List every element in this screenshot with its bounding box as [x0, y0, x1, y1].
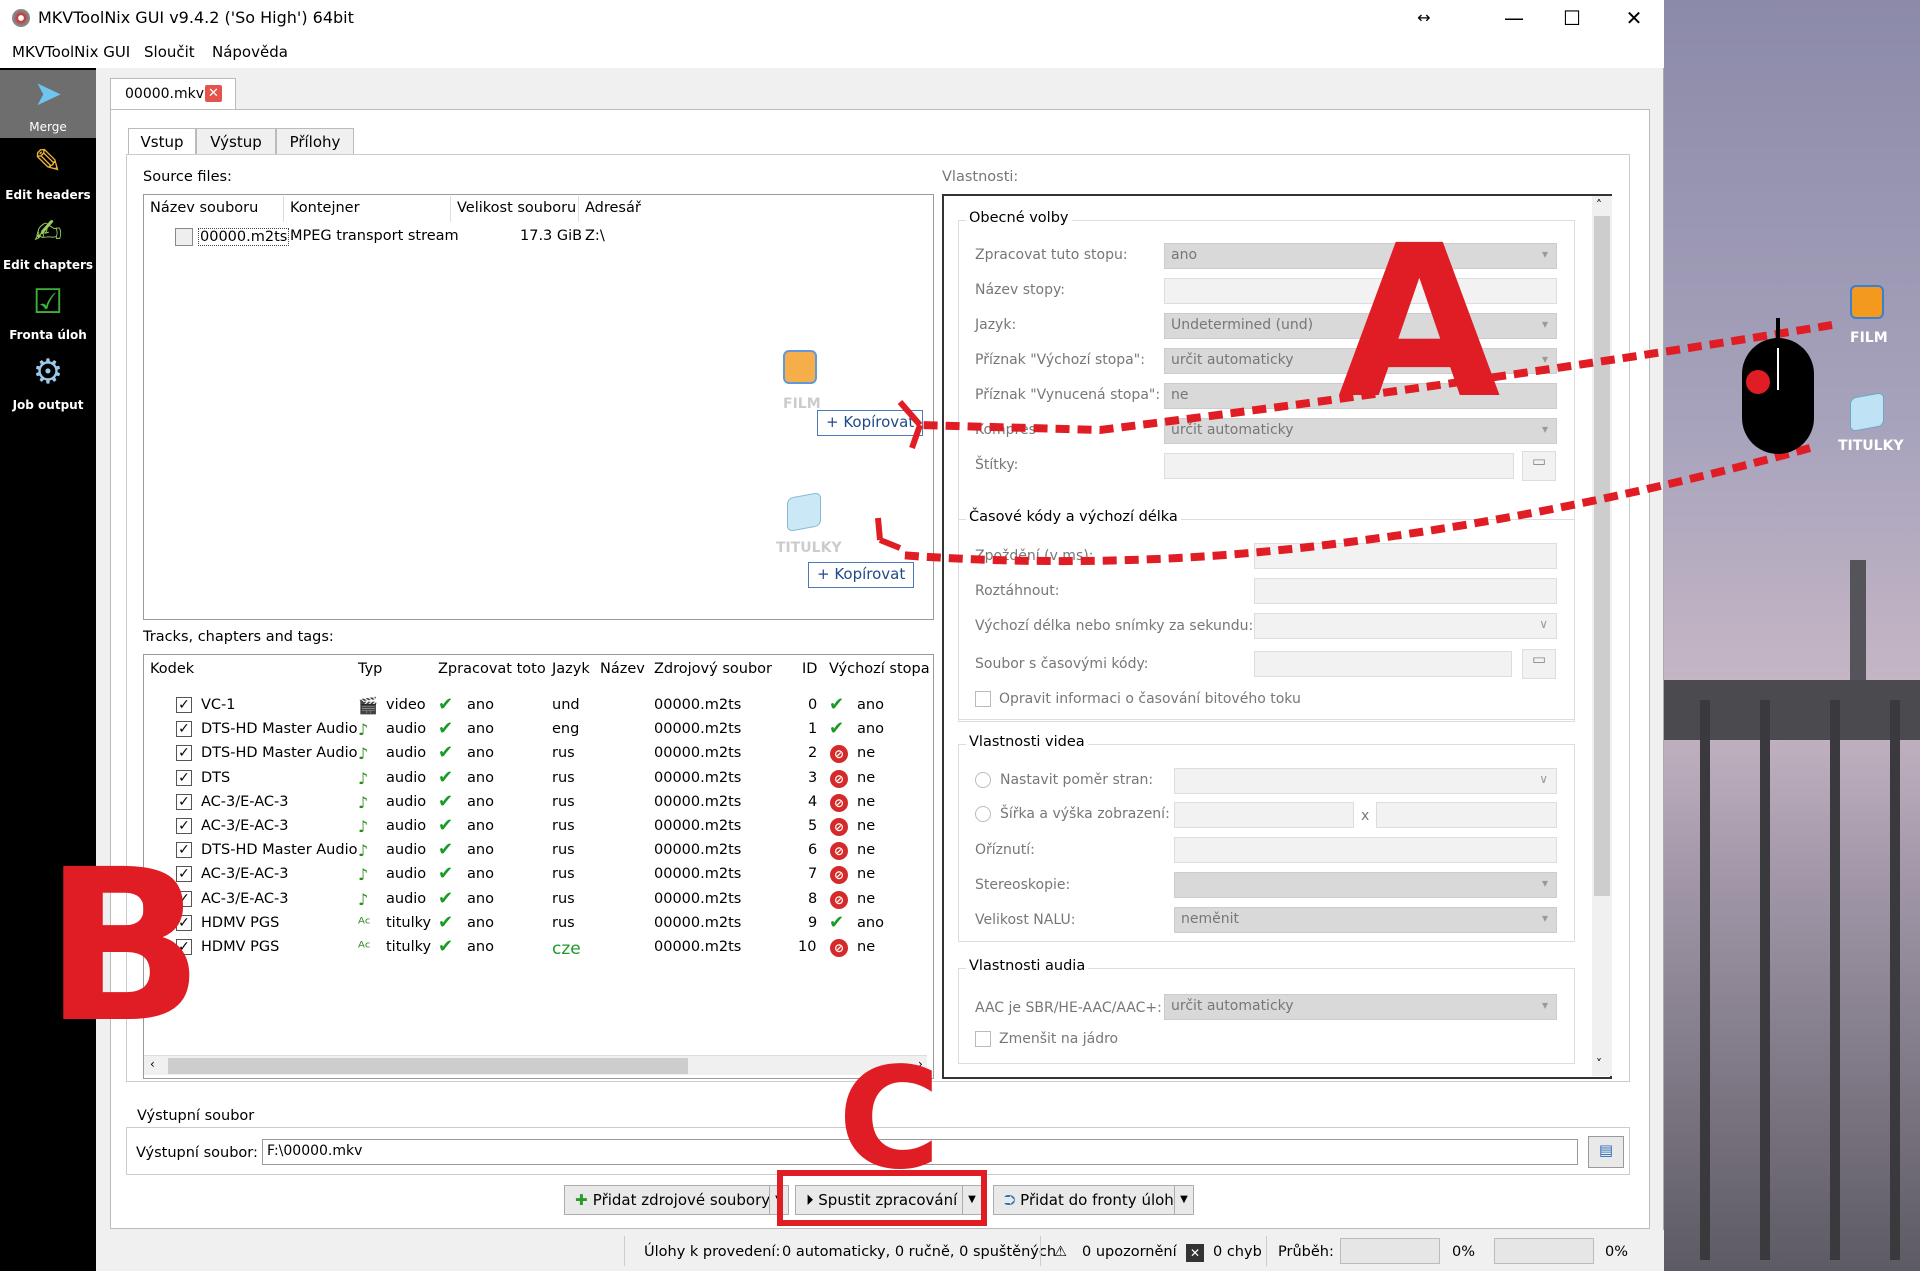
arrow-film-head: [897, 400, 923, 449]
arrow-titulky-path: [899, 444, 1812, 566]
mouse-icon: [1742, 318, 1814, 454]
arrow-titulky-head: [875, 517, 902, 551]
annotation-letter-a: A: [1338, 200, 1501, 445]
annotation-letter-b: B: [44, 824, 205, 1069]
annotation-letter-c: C: [838, 1038, 941, 1201]
annotation-overlay: [777, 318, 1833, 1226]
